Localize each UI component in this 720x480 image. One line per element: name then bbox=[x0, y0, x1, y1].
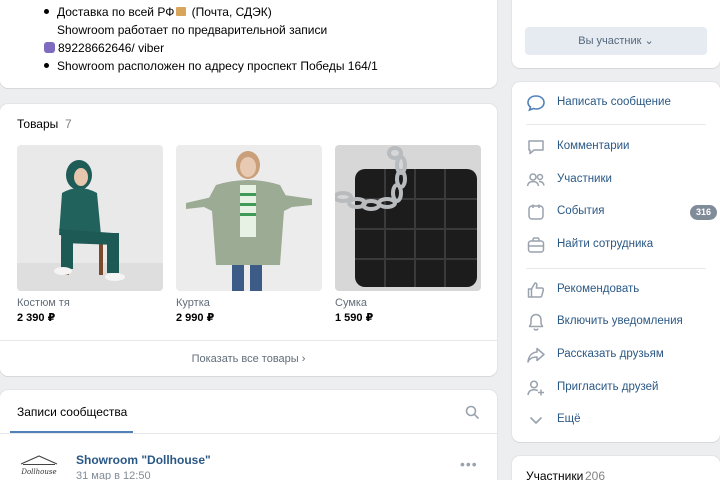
photo-black-bag[interactable] bbox=[335, 145, 481, 291]
product-item[interactable]: Сумка 1 590 ₽ bbox=[335, 145, 481, 324]
action-label: Участники bbox=[557, 173, 612, 185]
post-date[interactable]: 31 мар в 12:50 bbox=[76, 470, 151, 480]
action-label: Рекомендовать bbox=[557, 283, 640, 295]
photo-quilted-jacket[interactable] bbox=[176, 145, 322, 291]
goods-title[interactable]: Товары bbox=[17, 117, 58, 131]
photo-green-tracksuit[interactable] bbox=[17, 145, 163, 291]
tab-community-posts[interactable]: Записи сообщества bbox=[17, 405, 127, 419]
product-item[interactable]: Куртка 2 990 ₽ bbox=[176, 145, 322, 324]
goods-count: 7 bbox=[65, 117, 72, 131]
info-text: Showroom работает по предварительной зап… bbox=[57, 23, 328, 37]
chevron-down-icon bbox=[530, 417, 542, 424]
info-text: Доставка по всей РФ bbox=[57, 5, 175, 19]
divider bbox=[526, 124, 706, 125]
group-info-card: Доставка по всей РФ (Почта, СДЭК) Showro… bbox=[0, 0, 497, 88]
message-icon bbox=[527, 95, 545, 112]
action-recommend[interactable]: Рекомендовать bbox=[526, 280, 706, 300]
action-label: Ещё bbox=[557, 413, 581, 425]
participants-card: Участники 206 bbox=[512, 456, 720, 480]
participants-count: 206 bbox=[585, 469, 606, 480]
action-comments[interactable]: Комментарии bbox=[526, 137, 706, 157]
action-events[interactable]: События 316 bbox=[526, 202, 718, 222]
product-price: 1 590 ₽ bbox=[335, 312, 374, 324]
action-label: Рассказать друзьям bbox=[557, 348, 664, 360]
post-author[interactable]: Showroom "Dollhouse" bbox=[76, 453, 211, 467]
info-line-address: Showroom расположен по адресу проспект П… bbox=[44, 59, 378, 73]
like-icon bbox=[527, 282, 545, 298]
goods-card: Товары 7 Костюм тя 2 390 ₽ Куртка 2 990 … bbox=[0, 104, 497, 376]
product-price: 2 390 ₽ bbox=[17, 312, 56, 324]
add-user-icon bbox=[527, 380, 544, 396]
phone-emoji-icon bbox=[44, 42, 55, 54]
briefcase-icon bbox=[527, 237, 545, 253]
divider bbox=[526, 268, 706, 269]
more-options-icon[interactable]: ••• bbox=[460, 456, 478, 472]
community-logo-icon[interactable]: Dollhouse bbox=[17, 452, 61, 480]
divider bbox=[0, 340, 497, 341]
comment-icon bbox=[528, 140, 544, 155]
product-name[interactable]: Костюм тя bbox=[17, 297, 163, 309]
event-icon bbox=[528, 204, 544, 220]
info-text: (Почта, СДЭК) bbox=[188, 5, 272, 19]
svg-text:Dollhouse: Dollhouse bbox=[20, 468, 56, 476]
action-write-message[interactable]: Написать сообщение bbox=[526, 93, 706, 113]
events-count-badge: 316 bbox=[690, 205, 718, 220]
product-name[interactable]: Куртка bbox=[176, 297, 322, 309]
action-more[interactable]: Ещё bbox=[526, 410, 706, 430]
action-participants[interactable]: Участники bbox=[526, 170, 706, 190]
product-name[interactable]: Сумка bbox=[335, 297, 481, 309]
info-line-showroom: Showroom работает по предварительной зап… bbox=[57, 23, 327, 37]
show-all-goods-link[interactable]: Показать все товары › bbox=[0, 353, 497, 365]
divider bbox=[0, 433, 497, 434]
action-label: Комментарии bbox=[557, 140, 630, 152]
action-find-employee[interactable]: Найти сотрудника bbox=[526, 235, 706, 255]
action-label: Написать сообщение bbox=[557, 96, 671, 108]
share-icon bbox=[527, 347, 545, 363]
package-emoji-icon bbox=[176, 7, 187, 17]
bullet-icon bbox=[44, 9, 49, 15]
action-label: Включить уведомления bbox=[557, 315, 683, 327]
product-price: 2 990 ₽ bbox=[176, 312, 215, 324]
search-icon[interactable] bbox=[465, 405, 479, 419]
member-status-button[interactable]: Вы участник ⌄ bbox=[525, 27, 707, 55]
product-item[interactable]: Костюм тя 2 390 ₽ bbox=[17, 145, 163, 324]
action-label: События bbox=[557, 205, 605, 217]
bullet-icon bbox=[44, 63, 49, 69]
action-label: Найти сотрудника bbox=[557, 238, 654, 250]
bell-icon bbox=[528, 313, 544, 331]
action-enable-notifications[interactable]: Включить уведомления bbox=[526, 312, 706, 332]
participants-title[interactable]: Участники bbox=[526, 469, 583, 480]
posts-card: Записи сообщества Dollhouse Showroom "Do… bbox=[0, 390, 497, 480]
action-label: Пригласить друзей bbox=[557, 381, 659, 393]
info-text: Showroom расположен по адресу проспект П… bbox=[57, 59, 378, 73]
action-tell-friends[interactable]: Рассказать друзьям bbox=[526, 345, 706, 365]
phone-number[interactable]: 89228662646/ viber bbox=[58, 41, 164, 55]
membership-card: Вы участник ⌄ bbox=[512, 0, 720, 68]
actions-menu: Написать сообщение Комментарии Участники… bbox=[512, 82, 720, 442]
info-line-phone: 89228662646/ viber bbox=[44, 41, 164, 55]
info-line-delivery: Доставка по всей РФ (Почта, СДЭК) bbox=[44, 5, 272, 19]
action-invite-friends[interactable]: Пригласить друзей bbox=[526, 378, 706, 398]
users-icon bbox=[526, 173, 545, 187]
